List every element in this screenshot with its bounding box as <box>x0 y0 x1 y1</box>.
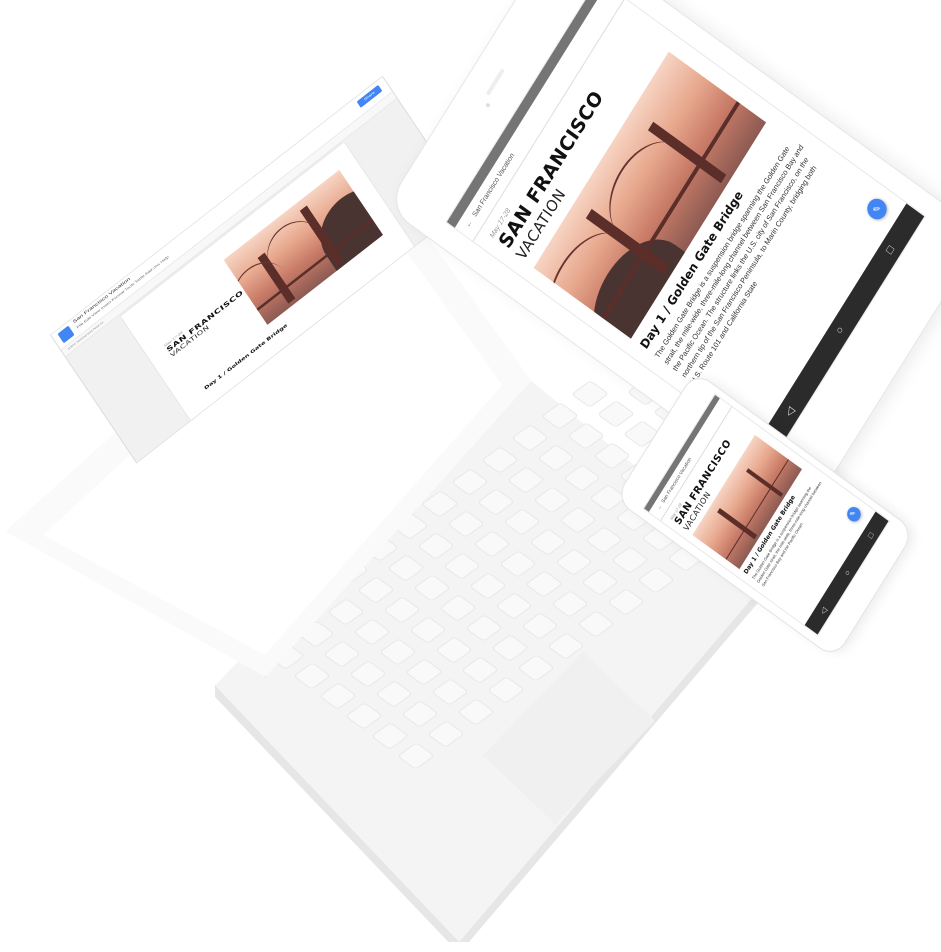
nav-recent-icon[interactable]: □ <box>884 244 897 257</box>
phone-nav-bar: ◁ ○ □ <box>804 511 889 635</box>
nav-back-icon[interactable]: ◁ <box>818 605 829 616</box>
tablet-camera <box>485 102 491 109</box>
doc-title-line2: VACATION <box>169 324 211 359</box>
edit-pencil-icon[interactable]: ✎ <box>844 504 864 525</box>
doc-title-line1: SAN FRANCISCO <box>165 289 245 354</box>
back-arrow-icon[interactable]: ← <box>465 216 476 229</box>
nav-home-icon[interactable]: ○ <box>842 568 852 577</box>
keyboard-key[interactable] <box>596 400 636 428</box>
keyboard-key[interactable] <box>570 380 610 408</box>
tablet-speaker <box>485 68 505 97</box>
docs-logo-icon[interactable] <box>57 325 75 344</box>
nav-back-icon[interactable]: ◁ <box>782 404 797 419</box>
edit-pencil-icon[interactable]: ✎ <box>863 194 891 224</box>
doc-date: May 17-28 <box>163 330 184 348</box>
nav-home-icon[interactable]: ○ <box>833 324 846 337</box>
nav-recent-icon[interactable]: □ <box>865 530 875 539</box>
